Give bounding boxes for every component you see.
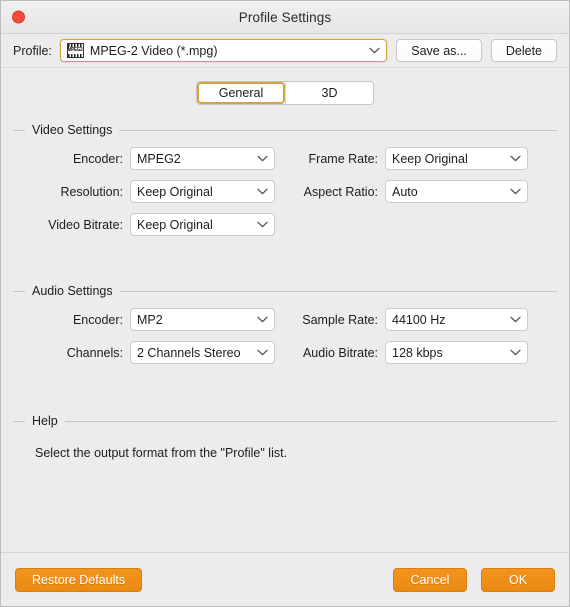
group-border-stub (13, 290, 25, 292)
delete-button[interactable]: Delete (490, 39, 557, 62)
chevron-down-icon (257, 155, 268, 162)
chevron-down-icon (510, 316, 521, 323)
audio-settings-body: Encoder: MP2 Sample Rate: 44100 Hz Chann… (13, 298, 557, 364)
titlebar: Profile Settings (1, 1, 569, 34)
chevron-down-icon (257, 349, 268, 356)
video-settings-title: Video Settings (32, 123, 113, 137)
save-as-button[interactable]: Save as... (396, 39, 482, 62)
audio-bitrate-field: Audio Bitrate: 128 kbps (283, 341, 557, 364)
audio-samplerate-value: 44100 Hz (392, 312, 446, 327)
video-audio-spacer (13, 236, 557, 270)
video-framerate-value: Keep Original (392, 151, 468, 166)
mpeg2-film-icon: MPEG2 (66, 43, 84, 58)
chevron-down-icon (510, 349, 521, 356)
help-header: Help (13, 414, 557, 428)
audio-row-channels: Channels: 2 Channels Stereo Audio Bitrat… (13, 341, 557, 364)
group-border-line (119, 290, 557, 292)
footer-bar: Restore Defaults Cancel OK (1, 552, 569, 606)
profile-value: MPEG-2 Video (*.mpg) (89, 43, 218, 58)
video-resolution-dropdown[interactable]: Keep Original (130, 180, 275, 203)
tab-general[interactable]: General (197, 82, 285, 104)
cancel-button[interactable]: Cancel (393, 567, 467, 592)
audio-encoder-dropdown[interactable]: MP2 (130, 308, 275, 331)
video-aspectratio-dropdown[interactable]: Auto (385, 180, 528, 203)
audio-encoder-value: MP2 (137, 312, 163, 327)
tab-bar: General 3D (1, 68, 569, 109)
chevron-down-icon (257, 188, 268, 195)
profile-settings-window: Profile Settings Profile: MPEG2 MPEG-2 V… (0, 0, 570, 607)
video-resolution-label: Resolution: (60, 184, 123, 199)
video-framerate-field: Frame Rate: Keep Original (283, 147, 557, 170)
video-resolution-field: Resolution: Keep Original (13, 180, 283, 203)
audio-channels-value: 2 Channels Stereo (137, 345, 241, 360)
audio-encoder-label: Encoder: (72, 312, 123, 327)
help-group: Help Select the output format from the "… (13, 414, 557, 460)
video-settings-header: Video Settings (13, 123, 557, 137)
profile-select[interactable]: MPEG2 MPEG-2 Video (*.mpg) (59, 39, 388, 62)
video-aspectratio-label: Aspect Ratio: (303, 184, 378, 199)
audio-samplerate-dropdown[interactable]: 44100 Hz (385, 308, 528, 331)
audio-help-spacer (13, 364, 557, 400)
video-row-encoder: Encoder: MPEG2 Frame Rate: Keep Original (13, 147, 557, 170)
close-icon[interactable] (12, 10, 25, 24)
window-title: Profile Settings (238, 9, 332, 25)
tab-3d[interactable]: 3D (285, 82, 373, 104)
chevron-down-icon (257, 221, 268, 228)
profile-label: Profile: (13, 43, 52, 58)
audio-bitrate-label: Audio Bitrate: (302, 345, 378, 360)
group-border-line (119, 129, 557, 131)
audio-settings-group: Audio Settings Encoder: MP2 Sample Rate:… (13, 284, 557, 364)
chevron-down-icon (257, 316, 268, 323)
video-bitrate-dropdown[interactable]: Keep Original (130, 213, 275, 236)
video-encoder-value: MPEG2 (137, 151, 181, 166)
audio-channels-label: Channels: (66, 345, 123, 360)
video-bitrate-value: Keep Original (137, 217, 213, 232)
video-aspectratio-field: Aspect Ratio: Auto (283, 180, 557, 203)
chevron-down-icon (369, 47, 380, 54)
group-border-stub (13, 129, 25, 131)
video-row-bitrate: Video Bitrate: Keep Original (13, 213, 557, 236)
audio-channels-dropdown[interactable]: 2 Channels Stereo (130, 341, 275, 364)
chevron-down-icon (510, 155, 521, 162)
audio-bitrate-value: 128 kbps (392, 345, 443, 360)
video-resolution-value: Keep Original (137, 184, 213, 199)
video-aspectratio-value: Auto (392, 184, 418, 199)
video-framerate-dropdown[interactable]: Keep Original (385, 147, 528, 170)
audio-channels-field: Channels: 2 Channels Stereo (13, 341, 283, 364)
audio-settings-title: Audio Settings (32, 284, 113, 298)
group-border-stub (13, 420, 25, 422)
video-bitrate-label: Video Bitrate: (48, 217, 123, 232)
tab-group: General 3D (196, 81, 374, 105)
video-settings-group: Video Settings Encoder: MPEG2 Frame Rate… (13, 123, 557, 236)
mpeg2-icon-text: MPEG2 (68, 47, 83, 53)
audio-bitrate-dropdown[interactable]: 128 kbps (385, 341, 528, 364)
video-bitrate-field: Video Bitrate: Keep Original (13, 213, 283, 236)
restore-defaults-button[interactable]: Restore Defaults (15, 567, 143, 592)
video-row-resolution: Resolution: Keep Original Aspect Ratio: … (13, 180, 557, 203)
video-encoder-field: Encoder: MPEG2 (13, 147, 283, 170)
audio-samplerate-field: Sample Rate: 44100 Hz (283, 308, 557, 331)
audio-settings-header: Audio Settings (13, 284, 557, 298)
settings-content: Video Settings Encoder: MPEG2 Frame Rate… (1, 109, 569, 552)
video-settings-body: Encoder: MPEG2 Frame Rate: Keep Original (13, 137, 557, 236)
profile-bar: Profile: MPEG2 MPEG-2 Video (*.mpg) Save… (1, 34, 569, 68)
audio-encoder-field: Encoder: MP2 (13, 308, 283, 331)
group-border-line (64, 420, 557, 422)
video-framerate-label: Frame Rate: (308, 151, 378, 166)
ok-button[interactable]: OK (481, 567, 555, 592)
audio-row-encoder: Encoder: MP2 Sample Rate: 44100 Hz (13, 308, 557, 331)
help-title: Help (32, 414, 58, 428)
help-text: Select the output format from the "Profi… (35, 446, 288, 460)
audio-samplerate-label: Sample Rate: (302, 312, 378, 327)
video-encoder-label: Encoder: (72, 151, 123, 166)
video-encoder-dropdown[interactable]: MPEG2 (130, 147, 275, 170)
chevron-down-icon (510, 188, 521, 195)
